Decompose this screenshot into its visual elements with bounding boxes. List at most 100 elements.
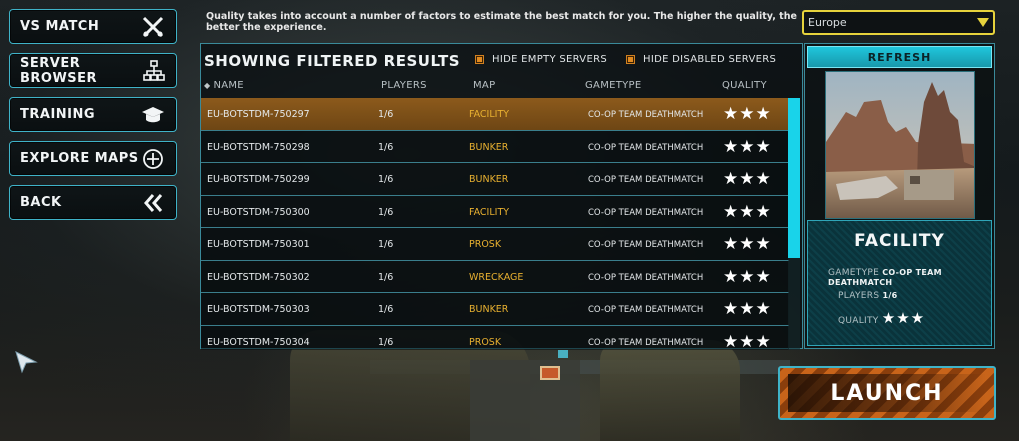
quality-stars: ★★★ [723,136,772,157]
region-dropdown[interactable]: Europe [802,10,995,35]
players-info: PLAYERS 1/6 [838,291,898,301]
server-gametype: CO-OP TEAM DEATHMATCH [588,175,704,185]
map-preview-image [825,71,975,219]
hide-disabled-servers-toggle[interactable]: HIDE DISABLED SERVERS [626,54,776,65]
column-header-players[interactable]: PLAYERS [381,80,427,91]
hide-empty-label: HIDE EMPTY SERVERS [492,54,607,65]
table-row[interactable]: EU-BOTSTDM-750301 1/6 PROSK CO-OP TEAM D… [201,228,789,261]
back-button[interactable]: BACK [9,185,177,220]
quality-info: QUALITY ★★★ [838,309,925,327]
explore-maps-button[interactable]: EXPLORE MAPS [9,141,177,176]
explore-maps-label: EXPLORE MAPS [20,151,139,166]
server-name: EU-BOTSTDM-750297 [207,109,310,120]
server-players: 1/6 [378,141,394,153]
quality-stars: ★★★ [723,266,772,287]
server-gametype: CO-OP TEAM DEATHMATCH [588,142,704,153]
background-light [540,366,560,380]
server-name: EU-BOTSTDM-750298 [207,141,310,153]
quality-stars: ★★★ [881,309,926,327]
server-players: 1/6 [378,271,394,283]
hide-disabled-checkbox[interactable] [626,55,635,64]
server-gametype: CO-OP TEAM DEATHMATCH [588,207,704,218]
network-tree-icon [142,58,166,84]
server-map: PROSK [469,336,502,348]
quality-stars: ★★★ [723,201,772,222]
server-map: FACILITY [469,206,510,218]
graduation-cap-icon [140,102,166,128]
quality-stars: ★★★ [723,234,772,254]
quality-stars: ★★★ [723,331,772,351]
server-map: BUNKER [469,141,509,153]
server-map: BUNKER [469,304,509,315]
server-map: WRECKAGE [469,271,524,283]
results-title: SHOWING FILTERED RESULTS [204,52,461,70]
server-players: 1/6 [378,109,394,120]
sort-icon: ◆ [204,81,211,90]
server-players: 1/6 [378,206,394,218]
column-header-gametype[interactable]: GAMETYPE [585,80,642,91]
training-button[interactable]: TRAINING [9,97,177,132]
server-players: 1/6 [378,239,394,250]
vs-match-label: VS MATCH [20,19,100,34]
hide-empty-checkbox[interactable] [475,55,484,64]
server-browser-button[interactable]: SERVER BROWSER [9,53,177,88]
table-row[interactable]: EU-BOTSTDM-750302 1/6 WRECKAGE CO-OP TEA… [201,260,789,293]
server-name: EU-BOTSTDM-750304 [207,336,310,348]
server-map: FACILITY [469,109,510,120]
results-scrollbar[interactable] [788,98,800,350]
table-row[interactable]: EU-BOTSTDM-750300 1/6 FACILITY CO-OP TEA… [201,195,789,228]
server-gametype: CO-OP TEAM DEATHMATCH [588,272,704,283]
table-row[interactable]: EU-BOTSTDM-750304 1/6 PROSK CO-OP TEAM D… [201,325,789,351]
gametype-label: GAMETYPE [828,268,880,278]
players-label: PLAYERS [838,291,880,301]
scrollbar-thumb[interactable] [788,98,800,258]
column-name-label: NAME [213,80,244,91]
players-value: 1/6 [882,291,898,300]
map-preview-panel: REFRESH FACILITY GAMETYPE CO-OP TEAM DEA… [804,43,995,349]
column-header-quality[interactable]: QUALITY [722,80,767,91]
main-menu: VS MATCH SERVER BROWSER TRAINING EXPLORE… [9,9,177,229]
hide-disabled-label: HIDE DISABLED SERVERS [643,54,777,65]
launch-label: LAUNCH [830,380,944,406]
background-rail [370,360,790,374]
map-name: FACILITY [854,231,945,251]
back-label: BACK [20,195,62,210]
background-mech-center [470,360,580,441]
server-gametype: CO-OP TEAM DEATHMATCH [588,337,704,348]
quality-stars: ★★★ [723,104,772,124]
table-row[interactable]: EU-BOTSTDM-750303 1/6 BUNKER CO-OP TEAM … [201,293,789,326]
server-gametype: CO-OP TEAM DEATHMATCH [588,305,704,315]
crossed-swords-icon [140,14,166,40]
server-map: PROSK [469,239,502,250]
table-row[interactable]: EU-BOTSTDM-750297 1/6 FACILITY CO-OP TEA… [201,98,789,131]
quality-stars: ★★★ [723,299,772,319]
table-row[interactable]: EU-BOTSTDM-750298 1/6 BUNKER CO-OP TEAM … [201,130,789,163]
cursor-arrow-icon [15,351,38,374]
quality-info-text: Quality takes into account a number of f… [206,11,797,33]
server-gametype: CO-OP TEAM DEATHMATCH [588,240,704,250]
server-name: EU-BOTSTDM-750301 [207,239,310,250]
server-players: 1/6 [378,174,394,185]
quality-stars: ★★★ [723,169,772,189]
server-results-panel: SHOWING FILTERED RESULTS HIDE EMPTY SERV… [200,43,803,350]
column-header-map[interactable]: MAP [473,80,495,91]
table-row[interactable]: EU-BOTSTDM-750299 1/6 BUNKER CO-OP TEAM … [201,163,789,196]
region-selected-value: Europe [808,16,847,29]
server-name: EU-BOTSTDM-750302 [207,271,310,283]
server-map: BUNKER [469,174,509,185]
server-gametype: CO-OP TEAM DEATHMATCH [588,110,704,120]
launch-button[interactable]: LAUNCH [778,366,996,420]
server-name: EU-BOTSTDM-750300 [207,206,310,218]
vs-match-button[interactable]: VS MATCH [9,9,177,44]
hide-empty-servers-toggle[interactable]: HIDE EMPTY SERVERS [475,54,607,65]
gametype-info: GAMETYPE CO-OP TEAM DEATHMATCH [828,268,991,288]
server-players: 1/6 [378,336,394,348]
server-name: EU-BOTSTDM-750299 [207,174,310,185]
dropdown-arrow-icon [977,18,989,27]
server-browser-label: SERVER BROWSER [20,55,98,86]
column-header-name[interactable]: ◆ NAME [204,80,244,91]
server-list: EU-BOTSTDM-750297 1/6 FACILITY CO-OP TEA… [201,98,789,350]
refresh-button[interactable]: REFRESH [807,46,992,68]
server-players: 1/6 [378,304,394,315]
background-mech-right [600,340,740,441]
